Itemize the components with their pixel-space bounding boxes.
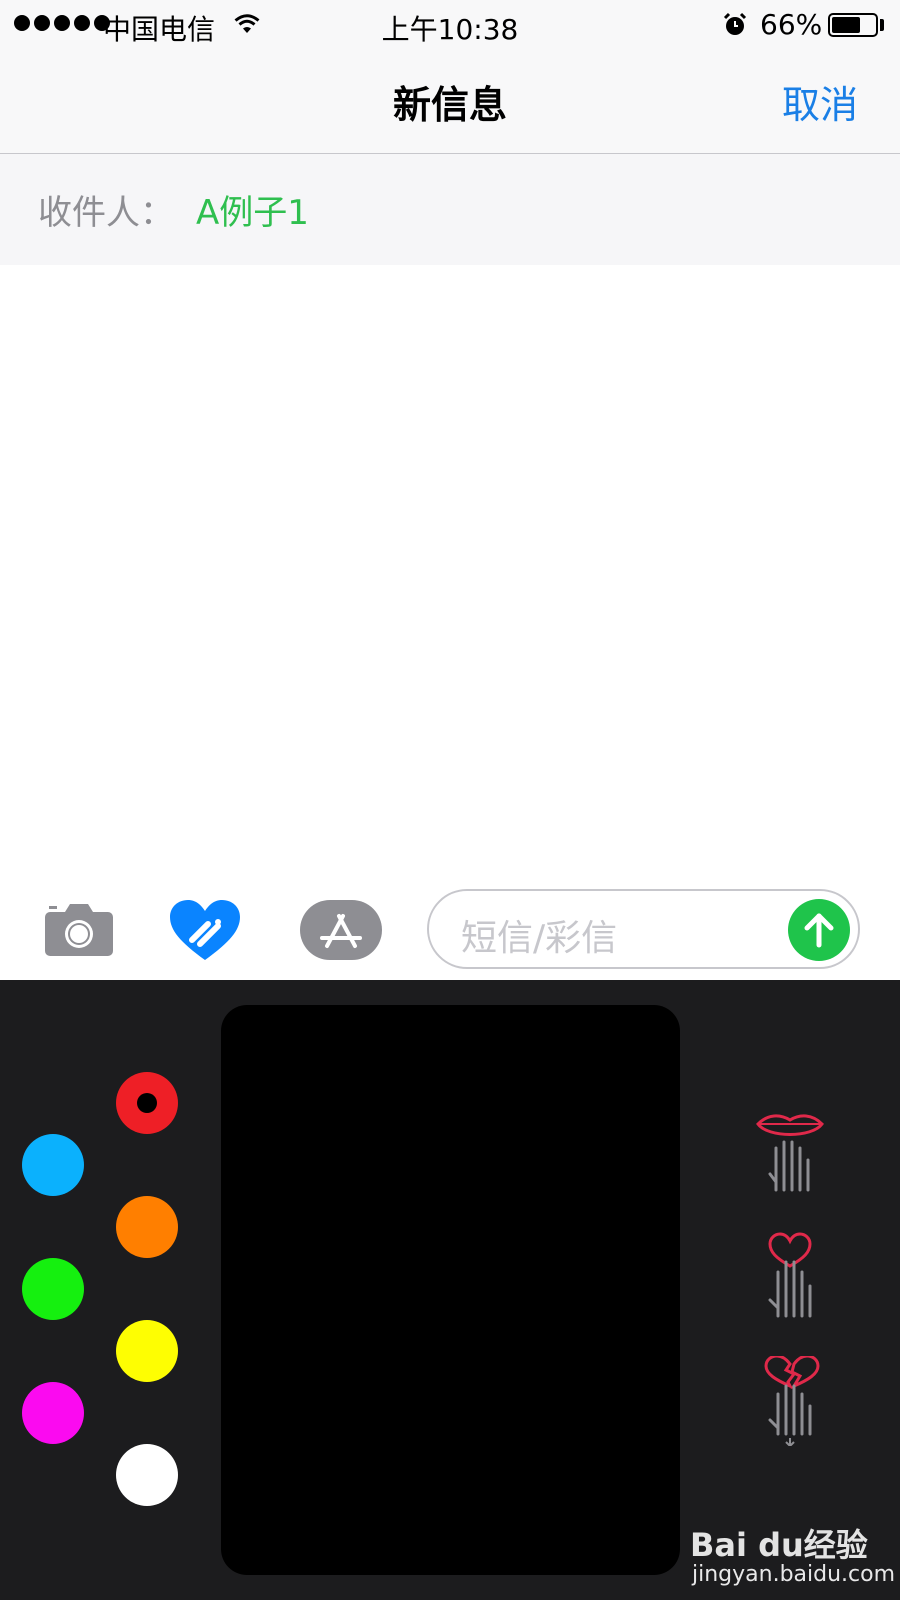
- color-swatch-white[interactable]: [116, 1444, 178, 1506]
- kiss-gesture-icon[interactable]: [750, 1108, 830, 1198]
- message-input-placeholder: 短信/彩信: [461, 918, 618, 959]
- status-bar: 中国电信 上午10:38 66%: [0, 0, 900, 50]
- color-swatch-magenta[interactable]: [22, 1382, 84, 1444]
- alarm-icon: [723, 12, 747, 35]
- battery-icon: [828, 13, 878, 37]
- watermark-url: jingyan.baidu.com: [692, 1562, 896, 1587]
- navigation-bar: 新信息 取消: [0, 50, 900, 154]
- digital-touch-heart-icon[interactable]: [170, 900, 240, 962]
- recipient-field[interactable]: 收件人： A例子1: [0, 154, 900, 265]
- color-swatch-blue[interactable]: [22, 1134, 84, 1196]
- drawing-canvas[interactable]: [221, 1005, 680, 1575]
- recipient-label: 收件人：: [38, 193, 174, 233]
- page-title: 新信息: [392, 83, 507, 127]
- digital-touch-panel: [0, 980, 900, 1600]
- heartbreak-gesture-icon[interactable]: [750, 1356, 830, 1446]
- compose-bar: 短信/彩信: [0, 872, 900, 980]
- baidu-watermark: Bai du经验 jingyan.baidu.com: [690, 1520, 900, 1600]
- battery-tip: [880, 19, 884, 31]
- color-swatch-red[interactable]: [116, 1072, 178, 1134]
- app-store-icon[interactable]: [300, 900, 382, 960]
- color-swatch-orange[interactable]: [116, 1196, 178, 1258]
- message-thread-area: [0, 265, 900, 885]
- recipient-name[interactable]: A例子1: [196, 185, 309, 234]
- message-input[interactable]: 短信/彩信: [427, 889, 860, 969]
- watermark-brand: Bai du经验: [690, 1526, 868, 1564]
- send-button[interactable]: [788, 899, 850, 961]
- color-swatch-green[interactable]: [22, 1258, 84, 1320]
- cancel-button[interactable]: 取消: [782, 74, 858, 129]
- arrow-up-icon: [804, 913, 834, 948]
- color-swatch-yellow[interactable]: [116, 1320, 178, 1382]
- battery-percent: 66%: [760, 8, 823, 41]
- camera-icon[interactable]: [45, 902, 113, 956]
- heartbeat-gesture-icon[interactable]: [750, 1232, 830, 1322]
